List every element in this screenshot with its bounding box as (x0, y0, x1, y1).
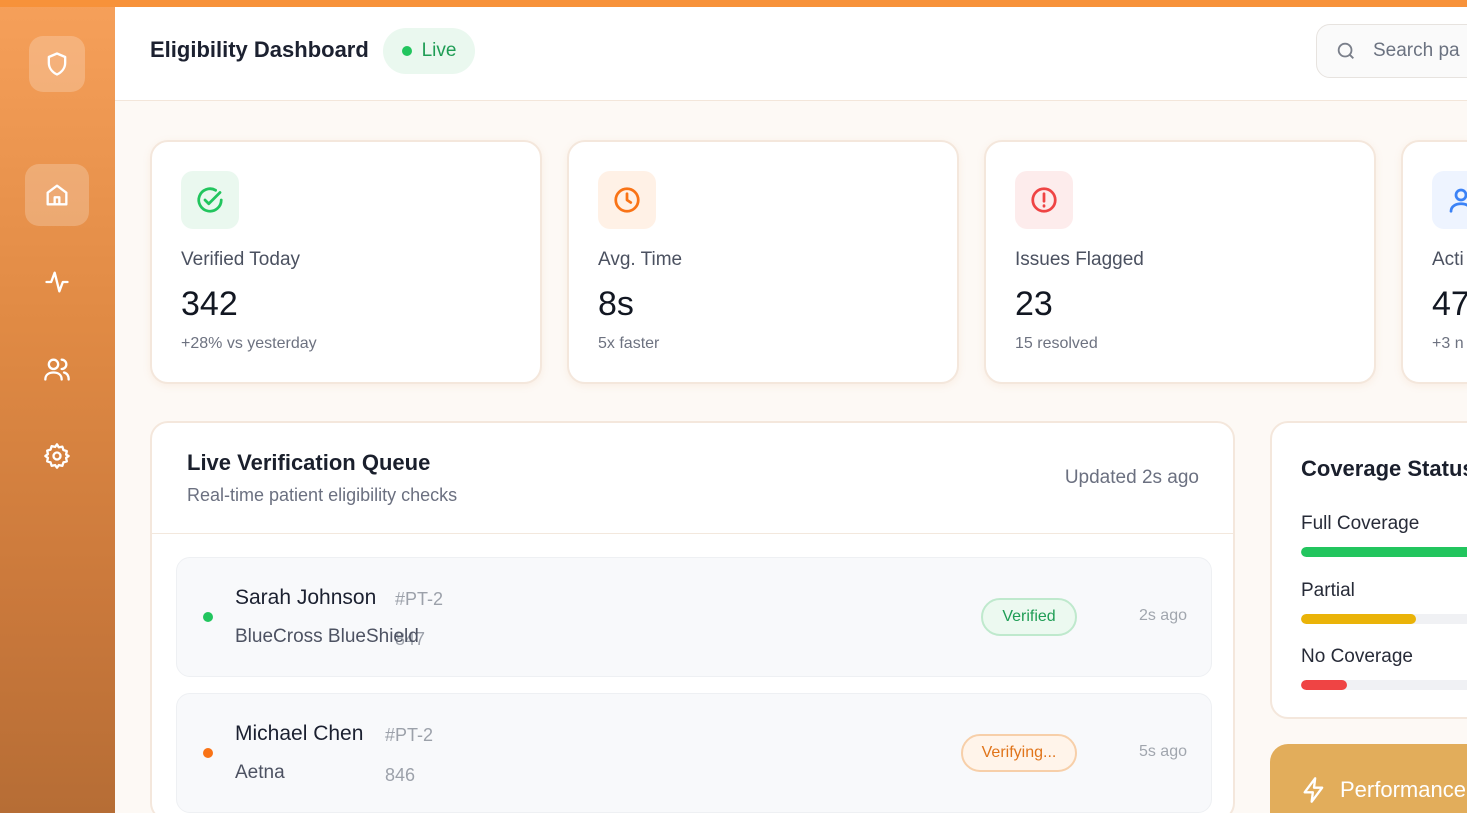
stat-subtext: 5x faster (598, 335, 660, 352)
coverage-fill (1301, 614, 1416, 624)
live-label: Live (421, 40, 457, 61)
status-dot-icon (203, 748, 213, 758)
patient-id: #PT-2 846 (385, 725, 434, 785)
coverage-bar-partial (1301, 614, 1467, 624)
stat-value: 342 (181, 285, 238, 323)
insurer-name: BlueCross BlueShield (235, 626, 419, 647)
stat-subtext: 15 resolved (1015, 335, 1098, 352)
stat-icon-box (598, 171, 656, 229)
clock-icon (614, 187, 640, 213)
queue-row[interactable]: Sarah Johnson #PT-2 847 BlueCross BlueSh… (176, 557, 1212, 677)
sidebar-item-home[interactable] (25, 164, 89, 226)
stat-label: Avg. Time (598, 249, 683, 270)
top-accent-bar (0, 0, 1467, 7)
queue-updated-timestamp: Updated 2s ago (1064, 467, 1199, 488)
stat-label: Verified Today (181, 249, 301, 270)
search-box[interactable] (1316, 24, 1467, 78)
coverage-fill (1301, 680, 1347, 690)
patient-name: Sarah Johnson (235, 586, 377, 609)
queue-row[interactable]: Michael Chen #PT-2 846 Aetna Verifying..… (176, 693, 1212, 813)
home-icon (46, 184, 68, 206)
coverage-label-none: No Coverage (1301, 646, 1413, 667)
check-circle-icon (197, 187, 223, 213)
patient-name: Michael Chen (235, 722, 364, 745)
lightning-icon (1303, 777, 1324, 803)
gear-icon (44, 443, 70, 469)
shield-icon (47, 52, 67, 76)
performance-title: Performance (1340, 777, 1466, 802)
coverage-label-full: Full Coverage (1301, 513, 1420, 534)
coverage-bar-none (1301, 680, 1467, 690)
stat-value: 8s (598, 285, 634, 323)
queue-subtitle: Real-time patient eligibility checks (187, 485, 458, 505)
stat-subtext: +3 n (1432, 335, 1464, 352)
search-input[interactable] (1373, 40, 1467, 62)
user-icon (1449, 188, 1467, 213)
alert-circle-icon (1031, 187, 1057, 213)
sidebar-item-users[interactable] (27, 339, 87, 399)
coverage-label-partial: Partial (1301, 580, 1355, 601)
coverage-status-panel: Coverage Status Full Coverage Partial No… (1270, 421, 1467, 719)
activity-icon (45, 271, 69, 293)
page-title: Eligibility Dashboard (150, 37, 369, 62)
search-icon (1337, 42, 1354, 59)
stat-value: 47 (1432, 285, 1467, 323)
performance-card[interactable]: Performance (1270, 744, 1467, 813)
stat-icon-box (181, 171, 239, 229)
app-logo[interactable] (29, 36, 85, 92)
sidebar (0, 0, 115, 813)
verification-queue-panel: Live Verification Queue Real-time patien… (150, 421, 1235, 813)
coverage-bar-full (1301, 547, 1467, 557)
queue-title: Live Verification Queue (187, 450, 431, 475)
row-timestamp: 5s ago (1138, 743, 1187, 760)
stat-label: Issues Flagged (1015, 249, 1144, 270)
stat-subtext: +28% vs yesterday (181, 335, 317, 352)
users-icon (44, 358, 70, 381)
stat-icon-box (1015, 171, 1073, 229)
coverage-fill (1301, 547, 1467, 557)
stat-card-issues-flagged: Issues Flagged 23 15 resolved (984, 140, 1376, 384)
stat-label: Acti (1432, 249, 1464, 270)
insurer-name: Aetna (235, 762, 285, 783)
stat-card-verified-today: Verified Today 342 +28% vs yesterday (150, 140, 542, 384)
sidebar-item-settings[interactable] (27, 426, 87, 486)
divider (152, 533, 1233, 534)
stat-card-avg-time: Avg. Time 8s 5x faster (567, 140, 959, 384)
stat-value: 23 (1015, 285, 1053, 323)
stat-icon-box (1432, 171, 1467, 229)
status-badge-verified: Verified (981, 598, 1077, 636)
row-timestamp: 2s ago (1138, 607, 1187, 624)
status-dot-icon (203, 612, 213, 622)
coverage-title: Coverage Status (1301, 456, 1467, 481)
top-header: Eligibility Dashboard Live (115, 7, 1467, 101)
sidebar-item-activity[interactable] (27, 252, 87, 312)
live-dot-icon (401, 46, 412, 56)
live-status-badge: Live (383, 28, 475, 74)
status-badge-verifying: Verifying... (961, 734, 1077, 772)
stat-card-active: Acti 47 +3 n (1401, 140, 1467, 384)
